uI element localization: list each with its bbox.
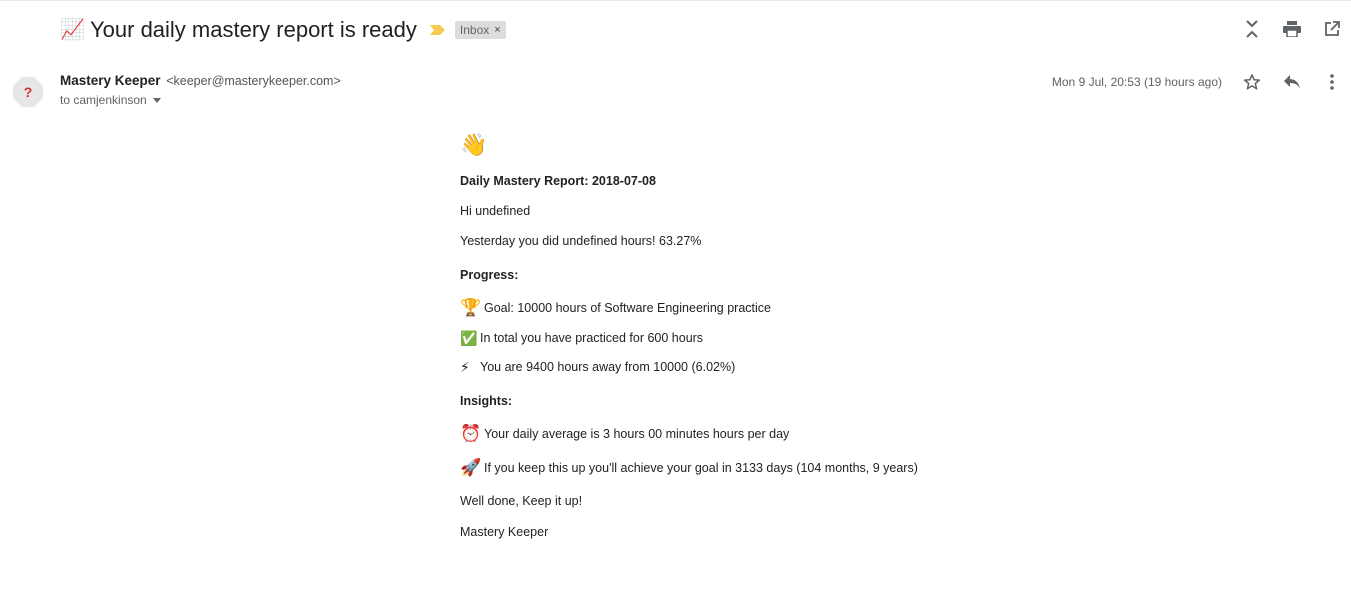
waving-hand-icon: 👋 [460, 132, 488, 157]
email-subject: Your daily mastery report is ready [90, 17, 417, 42]
sender-block: Mastery Keeper <keeper@masterykeeper.com… [60, 73, 341, 107]
progress-heading: Progress: [460, 268, 519, 282]
print-icon[interactable] [1281, 18, 1303, 40]
sender-email: <keeper@masterykeeper.com> [166, 74, 341, 88]
open-in-new-window-icon[interactable] [1321, 18, 1343, 40]
greeting: Hi undefined [460, 204, 531, 218]
subject-header: 📈 Your daily mastery report is ready Inb… [60, 14, 506, 46]
well-done: Well done, Keep it up! [460, 494, 583, 508]
check-mark-icon: ✅ [460, 330, 478, 346]
message-date: Mon 9 Jul, 20:53 (19 hours ago) [1051, 75, 1222, 89]
top-divider [0, 0, 1351, 1]
sender-avatar[interactable]: ? [12, 76, 44, 108]
average-line: ⏰ Your daily average is 3 hours 00 minut… [460, 425, 1060, 442]
goal-text: Goal: 10000 hours of Software Engineerin… [484, 300, 771, 315]
total-line: ✅ In total you have practiced for 600 ho… [460, 331, 1060, 345]
remove-label-icon[interactable]: × [494, 24, 500, 36]
achieve-text: If you keep this up you'll achieve your … [484, 460, 918, 475]
more-options-icon[interactable] [1321, 71, 1343, 93]
sender-name[interactable]: Mastery Keeper [60, 73, 161, 88]
rocket-icon: 🚀 [460, 458, 482, 477]
show-details-caret-icon[interactable] [152, 97, 161, 103]
achieve-line: 🚀 If you keep this up you'll achieve you… [460, 459, 1060, 476]
reply-icon[interactable] [1281, 71, 1303, 93]
goal-line: 🏆 Goal: 10000 hours of Software Engineer… [460, 299, 1060, 316]
chart-increasing-icon: 📈 [60, 19, 85, 41]
recipient-line: to camjenkinson [60, 93, 341, 107]
total-text: In total you have practiced for 600 hour… [480, 331, 704, 345]
lightning-icon: ⚡ [460, 359, 470, 375]
collapse-all-icon[interactable] [1241, 18, 1263, 40]
alarm-clock-icon: ⏰ [460, 424, 482, 443]
yesterday-summary: Yesterday you did undefined hours! 63.27… [460, 234, 702, 248]
email-body: 👋 Daily Mastery Report: 2018-07-08 Hi un… [460, 130, 1060, 539]
away-line: ⚡ You are 9400 hours away from 10000 (6.… [460, 360, 1060, 374]
star-icon[interactable] [1241, 71, 1263, 93]
insights-heading: Insights: [460, 394, 513, 408]
recipient-text: to camjenkinson [60, 93, 147, 107]
thread-actions [1241, 18, 1343, 40]
inbox-label-chip[interactable]: Inbox × [454, 21, 506, 39]
report-title: Daily Mastery Report: 2018-07-08 [460, 174, 656, 188]
away-text: You are 9400 hours away from 10000 (6.02… [480, 360, 736, 374]
average-text: Your daily average is 3 hours 00 minutes… [484, 426, 790, 441]
importance-marker-icon[interactable] [429, 23, 447, 37]
trophy-icon: 🏆 [460, 298, 482, 317]
signature: Mastery Keeper [460, 525, 549, 539]
message-actions [1241, 71, 1343, 93]
inbox-label-text: Inbox [459, 23, 490, 37]
avatar-glyph: ? [24, 84, 33, 100]
